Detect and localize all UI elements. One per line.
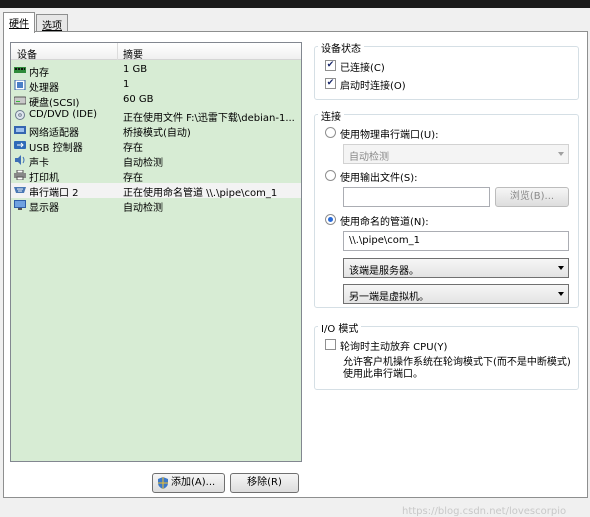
io-mode-group: I/O 模式 轮询时主动放弃 CPU(Y) 允许客户机操作系统在轮询模式下(而不… — [314, 320, 579, 390]
device-list-header: 设备 摘要 — [11, 43, 301, 61]
device-name: 硬盘(SCSI) — [29, 98, 80, 109]
column-separator — [117, 43, 118, 60]
printer-icon — [14, 170, 26, 180]
device-row-cd-dvd[interactable]: CD/DVD (IDE) 正在使用文件 F:\迅雷下载\debian-1... — [11, 108, 301, 124]
device-row-printer[interactable]: 打印机 存在 — [11, 168, 301, 184]
named-pipe-value: \\.\pipe\com_1 — [349, 235, 421, 246]
browse-button-label: 浏览(B)... — [509, 191, 555, 202]
device-summary: 自动检测 — [123, 158, 163, 169]
column-header-summary[interactable]: 摘要 — [123, 46, 143, 61]
chevron-down-icon — [558, 266, 564, 270]
end-role-select[interactable]: 该端是服务器。 — [343, 258, 569, 278]
tab-strip: 硬件 选项 — [0, 8, 590, 33]
connect-at-power-on-checkbox[interactable]: ✔ — [325, 78, 336, 89]
device-name: 打印机 — [29, 173, 59, 184]
cpu-icon — [14, 80, 26, 90]
device-summary: 自动检测 — [123, 203, 163, 214]
usb-icon — [14, 141, 26, 149]
window-top-bar — [0, 0, 590, 8]
add-hardware-button-label: 添加(A)... — [171, 477, 216, 488]
device-list[interactable]: 设备 摘要 内存 1 GB 处理器 1 硬盘(SCSI) 60 GB CD/DV… — [10, 42, 302, 462]
device-name: 显示器 — [29, 203, 59, 214]
remove-hardware-button[interactable]: 移除(R) — [230, 473, 299, 493]
physical-port-value: 自动检测 — [349, 152, 389, 163]
physical-port-select[interactable]: 自动检测 — [343, 144, 569, 164]
chevron-down-icon — [558, 152, 564, 156]
device-name: 内存 — [29, 68, 49, 79]
device-name: 串行端口 2 — [29, 188, 79, 199]
watermark: https://blog.csdn.net/lovescorpio — [402, 506, 567, 517]
device-row-processor[interactable]: 处理器 1 — [11, 78, 301, 94]
device-row-network-adapter[interactable]: 网络适配器 桥接模式(自动) — [11, 123, 301, 139]
cd-dvd-icon — [15, 110, 25, 120]
device-row-memory[interactable]: 内存 1 GB — [11, 63, 301, 79]
check-mark-icon: ✔ — [326, 60, 335, 70]
other-end-select[interactable]: 另一端是虚拟机。 — [343, 284, 569, 304]
column-header-device[interactable]: 设备 — [17, 46, 37, 61]
yield-cpu-checkbox[interactable] — [325, 339, 336, 350]
named-pipe-input[interactable]: \\.\pipe\com_1 — [343, 231, 569, 251]
connected-checkbox[interactable]: ✔ — [325, 60, 336, 71]
device-name: USB 控制器 — [29, 143, 83, 154]
physical-port-label: 使用物理串行端口(U): — [340, 130, 439, 141]
device-name: 处理器 — [29, 83, 59, 94]
physical-port-radio[interactable] — [325, 127, 336, 138]
remove-hardware-button-label: 移除(R) — [247, 477, 282, 488]
memory-icon — [14, 67, 26, 73]
device-summary: 存在 — [123, 143, 143, 154]
output-file-label: 使用输出文件(S): — [340, 173, 418, 184]
device-summary: 正在使用文件 F:\迅雷下载\debian-1... — [123, 113, 295, 124]
device-summary: 存在 — [123, 173, 143, 184]
device-status-group: 设备状态 ✔ 已连接(C) ✔ 启动时连接(O) — [314, 40, 579, 100]
device-row-usb-controller[interactable]: USB 控制器 存在 — [11, 138, 301, 154]
connection-title: 连接 — [318, 108, 344, 123]
add-hardware-button[interactable]: 添加(A)... — [152, 473, 225, 493]
device-row-serial-port[interactable]: 串行端口 2 正在使用命名管道 \\.\pipe\com_1 — [11, 183, 301, 199]
device-row-sound-card[interactable]: 声卡 自动检测 — [11, 153, 301, 169]
tab-hardware[interactable]: 硬件 — [3, 12, 35, 33]
hardware-tab-panel: 设备 摘要 内存 1 GB 处理器 1 硬盘(SCSI) 60 GB CD/DV… — [3, 31, 588, 517]
device-name: 网络适配器 — [29, 128, 79, 139]
tab-options[interactable]: 选项 — [36, 14, 68, 32]
named-pipe-label: 使用命名的管道(N): — [340, 217, 429, 228]
browse-button[interactable]: 浏览(B)... — [495, 187, 569, 207]
device-name: CD/DVD (IDE) — [29, 109, 98, 120]
hard-disk-icon — [14, 96, 26, 105]
end-role-value: 该端是服务器。 — [349, 266, 419, 277]
connect-at-power-on-label: 启动时连接(O) — [340, 81, 406, 92]
device-row-hard-disk[interactable]: 硬盘(SCSI) 60 GB — [11, 93, 301, 109]
io-mode-description: 允许客户机操作系统在轮询模式下(而不是中断模式)使用此串行端口。 — [343, 357, 571, 380]
output-file-radio[interactable] — [325, 170, 336, 181]
device-summary: 1 — [123, 79, 130, 90]
device-summary: 1 GB — [123, 64, 148, 75]
tab-hardware-label: 硬件 — [9, 19, 29, 30]
sound-card-icon — [15, 155, 25, 165]
network-adapter-icon — [14, 126, 26, 134]
device-summary: 60 GB — [123, 94, 154, 105]
device-row-display[interactable]: 显示器 自动检测 — [11, 198, 301, 214]
connection-group: 连接 使用物理串行端口(U): 自动检测 使用输出文件(S): 浏览(B)...… — [314, 108, 579, 308]
serial-port-icon — [14, 187, 26, 193]
io-mode-title: I/O 模式 — [318, 320, 362, 335]
device-summary: 正在使用命名管道 \\.\pipe\com_1 — [123, 188, 278, 199]
device-summary: 桥接模式(自动) — [123, 128, 191, 139]
chevron-down-icon — [558, 292, 564, 296]
device-name: 声卡 — [29, 158, 49, 169]
connected-label: 已连接(C) — [340, 63, 385, 74]
device-status-title: 设备状态 — [318, 40, 364, 55]
shield-icon — [158, 477, 168, 489]
check-mark-icon: ✔ — [326, 78, 335, 88]
display-icon — [14, 200, 26, 210]
named-pipe-radio[interactable] — [325, 214, 336, 225]
output-file-input[interactable] — [343, 187, 490, 207]
other-end-value: 另一端是虚拟机。 — [349, 292, 429, 303]
yield-cpu-label: 轮询时主动放弃 CPU(Y) — [340, 342, 448, 353]
